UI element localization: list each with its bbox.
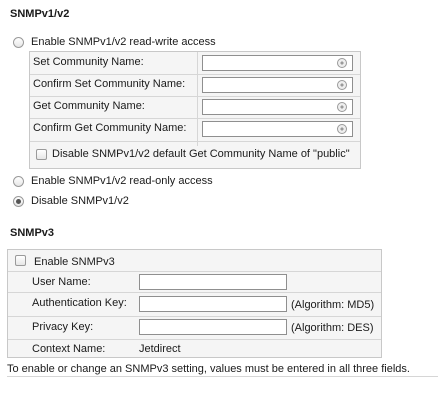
snmpv3-note: To enable or change an SNMPv3 setting, v… <box>7 363 410 375</box>
ro-access-radio-row[interactable]: Enable SNMPv1/v2 read-only access <box>13 175 213 187</box>
user-name-row: User Name: <box>8 271 381 293</box>
community-fields-panel: Set Community Name: Confirm Set Communit… <box>29 51 361 169</box>
get-community-label: Get Community Name: <box>33 100 145 112</box>
disable-snmpv12-radio-row[interactable]: Disable SNMPv1/v2 <box>13 195 129 207</box>
snmpv3-panel: Enable SNMPv3 User Name: Authentication … <box>7 249 382 358</box>
disable-snmpv12-label: Disable SNMPv1/v2 <box>31 195 129 207</box>
get-community-input[interactable] <box>202 99 353 115</box>
confirm-get-community-input[interactable] <box>202 121 353 137</box>
confirm-get-community-row: Confirm Get Community Name: <box>30 118 360 142</box>
snmpv3-heading: SNMPv3 <box>10 227 55 239</box>
confirm-set-community-label: Confirm Set Community Name: <box>33 78 186 90</box>
disable-public-label: Disable SNMPv1/v2 default Get Community … <box>52 148 350 160</box>
confirm-set-community-input[interactable] <box>202 77 353 93</box>
privacy-key-row: Privacy Key: (Algorithm: DES) <box>8 316 381 340</box>
confirm-get-community-label: Confirm Get Community Name: <box>33 122 187 134</box>
auth-key-input[interactable] <box>139 296 287 312</box>
disable-public-row: Disable SNMPv1/v2 default Get Community … <box>30 141 360 168</box>
auth-algorithm-label: (Algorithm: MD5) <box>291 299 375 311</box>
ro-access-label: Enable SNMPv1/v2 read-only access <box>31 175 213 187</box>
password-reveal-icon[interactable] <box>337 80 347 90</box>
confirm-set-community-row: Confirm Set Community Name: <box>30 74 360 97</box>
context-name-row: Context Name: Jetdirect <box>8 339 381 357</box>
user-name-input[interactable] <box>139 274 287 290</box>
set-community-label: Set Community Name: <box>33 56 144 68</box>
enable-snmpv3-label: Enable SNMPv3 <box>34 256 115 268</box>
password-reveal-icon[interactable] <box>337 102 347 112</box>
rw-access-radio-row[interactable]: Enable SNMPv1/v2 read-write access <box>13 36 216 48</box>
auth-key-row: Authentication Key: (Algorithm: MD5) <box>8 292 381 317</box>
get-community-row: Get Community Name: <box>30 96 360 119</box>
privacy-key-input[interactable] <box>139 319 287 335</box>
privacy-key-label: Privacy Key: <box>32 321 94 333</box>
disable-snmpv12-radio[interactable] <box>13 195 24 207</box>
password-reveal-icon[interactable] <box>337 58 347 68</box>
privacy-algorithm-label: (Algorithm: DES) <box>291 322 374 334</box>
enable-snmpv3-checkbox[interactable] <box>15 255 26 266</box>
context-name-label: Context Name: <box>32 343 106 355</box>
rw-access-label: Enable SNMPv1/v2 read-write access <box>31 36 216 48</box>
snmpv12-heading: SNMPv1/v2 <box>10 8 70 20</box>
set-community-input[interactable] <box>202 55 353 71</box>
password-reveal-icon[interactable] <box>337 124 347 134</box>
rw-access-radio[interactable] <box>13 36 24 48</box>
disable-public-checkbox[interactable] <box>36 149 47 160</box>
set-community-row: Set Community Name: <box>30 52 360 75</box>
enable-snmpv3-row: Enable SNMPv3 <box>8 250 381 272</box>
user-name-label: User Name: <box>32 276 91 288</box>
auth-key-label: Authentication Key: <box>32 297 127 309</box>
context-name-value: Jetdirect <box>139 343 181 355</box>
divider <box>7 376 438 377</box>
ro-access-radio[interactable] <box>13 175 24 187</box>
